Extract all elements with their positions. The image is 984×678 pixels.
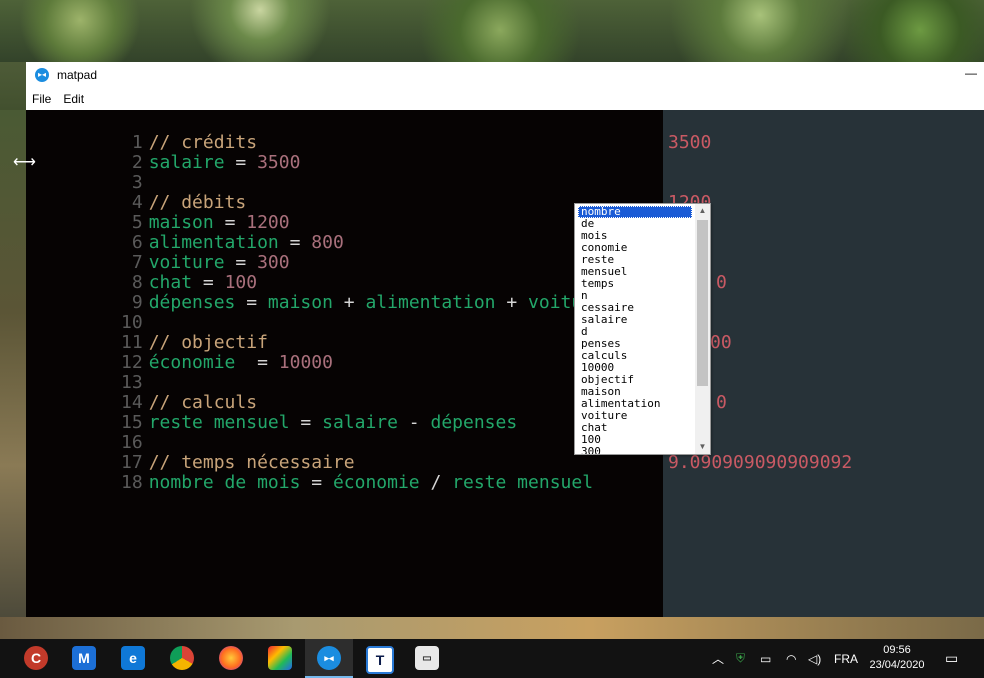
notification-icon[interactable]: ▭ — [945, 639, 958, 678]
security-icon[interactable]: ⛨ — [736, 639, 745, 678]
line-number: 18 — [121, 472, 143, 493]
ccleaner-icon[interactable]: C — [24, 646, 48, 670]
token-op: - — [397, 412, 431, 433]
resize-cursor-icon: ⟷ — [13, 154, 36, 171]
code-line: 7 voiture = 300 — [26, 233, 290, 273]
battery-icon[interactable]: ▭ — [760, 639, 771, 678]
token-var: économie — [332, 472, 420, 493]
code-line: 13 — [26, 353, 149, 393]
code-line: 14// calculs — [26, 373, 257, 413]
desktop-wallpaper-left — [0, 110, 26, 618]
code-line: 4// débits — [26, 173, 246, 213]
matpad-icon[interactable]: ▸◂ — [317, 646, 341, 670]
code-line: 3 — [26, 153, 149, 193]
edge-icon[interactable]: e — [121, 646, 145, 670]
title-bar[interactable]: ▸◂ matpad — — [26, 62, 984, 88]
remote-desktop-icon[interactable]: ▭ — [415, 646, 439, 670]
menu-file[interactable]: File — [26, 92, 57, 106]
code-line: 8 chat = 100 — [26, 253, 257, 293]
code-line: 11// objectif — [26, 313, 268, 353]
window-title: matpad — [57, 68, 98, 82]
tray-chevron-icon[interactable]: ︿ — [712, 639, 724, 678]
code-line: 2 salaire = 3500 — [26, 133, 301, 173]
autocomplete-scrollbar[interactable]: ▲ ▼ — [695, 204, 710, 454]
token-var: maison — [267, 292, 333, 313]
token-var: nombre de mois — [148, 472, 301, 493]
code-line: 17// temps nécessaire — [26, 433, 355, 473]
editor-area: 1// crédits 2 salaire = 3500 3 4// débits… — [26, 110, 984, 617]
clock[interactable]: 09:56 23/04/2020 — [862, 643, 932, 673]
token-var: alimentation — [365, 292, 496, 313]
result-line-2: 3500 — [668, 132, 712, 153]
token-op: = — [289, 412, 323, 433]
code-editor[interactable]: 1// crédits 2 salaire = 3500 3 4// débits… — [26, 110, 663, 617]
autocomplete-item[interactable]: salaire — [578, 314, 692, 326]
scroll-thumb[interactable] — [697, 220, 708, 386]
token-num: 3500 — [257, 152, 301, 173]
code-line: 5 maison = 1200 — [26, 193, 290, 233]
token-num: 800 — [311, 232, 344, 253]
token-var: économie — [148, 352, 236, 373]
result-line-9: 0 — [716, 272, 727, 293]
minimize-button[interactable]: — — [964, 66, 978, 80]
malwarebytes-icon[interactable]: M — [72, 646, 96, 670]
code-line: 16 — [26, 413, 149, 453]
autocomplete-item[interactable]: temps — [578, 278, 692, 290]
language-indicator[interactable]: FRA — [834, 639, 858, 678]
scroll-up-icon[interactable]: ▲ — [695, 204, 710, 218]
token-var: dépenses — [148, 292, 236, 313]
result-line-12: 00 — [710, 332, 732, 353]
token-op: + — [332, 292, 366, 313]
code-line: 15 reste mensuel = salaire - dépenses — [26, 393, 517, 433]
chrome-icon[interactable] — [170, 646, 194, 670]
token-var: salaire — [148, 152, 225, 173]
token-op: = — [300, 472, 333, 493]
volume-icon[interactable]: ◁) — [808, 639, 821, 678]
token-op: = — [235, 352, 279, 373]
wifi-icon[interactable]: ◠ — [786, 639, 796, 678]
taskbar: C M e ▸◂ T ▭ ︿ ⛨ ▭ ◠ ◁) FRA 09:56 23/04/… — [0, 639, 984, 678]
paint-icon[interactable] — [268, 646, 292, 670]
menu-edit[interactable]: Edit — [57, 92, 90, 106]
autocomplete-dropdown[interactable]: nombre de mois conomie reste mensuel tem… — [574, 203, 711, 455]
typora-icon[interactable]: T — [366, 646, 394, 674]
token-op: + — [495, 292, 529, 313]
results-pane — [663, 110, 984, 617]
menu-bar: File Edit — [26, 88, 984, 110]
scroll-down-icon[interactable]: ▼ — [695, 440, 710, 454]
token-op: = — [224, 152, 258, 173]
token-var: dépenses — [430, 412, 518, 433]
firefox-icon[interactable] — [219, 646, 243, 670]
token-op: = — [235, 292, 268, 313]
result-line-15: 0 — [716, 392, 727, 413]
token-num: 300 — [257, 252, 290, 273]
code-line: 1// crédits — [26, 113, 257, 153]
code-line: 6 alimentation = 800 — [26, 213, 344, 253]
token-var: reste mensuel — [452, 472, 594, 493]
code-line: 18 nombre de mois = économie / reste mens… — [26, 453, 593, 493]
code-line: 12 économie = 10000 — [26, 333, 333, 373]
matpad-app-icon: ▸◂ — [35, 68, 49, 82]
token-op: / — [419, 472, 453, 493]
token-var: reste mensuel — [148, 412, 290, 433]
code-line: 9 dépenses = maison + alimentation + voit… — [26, 273, 604, 313]
desktop-wallpaper-bottom — [0, 617, 984, 639]
autocomplete-item-selected[interactable]: nombre — [578, 206, 692, 218]
desktop-wallpaper — [0, 0, 984, 62]
token-num: 10000 — [278, 352, 333, 373]
autocomplete-item[interactable]: 300 — [578, 446, 692, 455]
autocomplete-list: nombre de mois conomie reste mensuel tem… — [578, 206, 692, 455]
clock-time: 09:56 — [883, 644, 911, 656]
matpad-window: ▸◂ matpad — File Edit 1// crédits 2 salai… — [26, 62, 984, 617]
code-line: 10 — [26, 293, 149, 333]
result-line-18: 9.090909090909092 — [668, 452, 853, 473]
clock-date: 23/04/2020 — [869, 659, 925, 671]
token-var: salaire — [322, 412, 398, 433]
